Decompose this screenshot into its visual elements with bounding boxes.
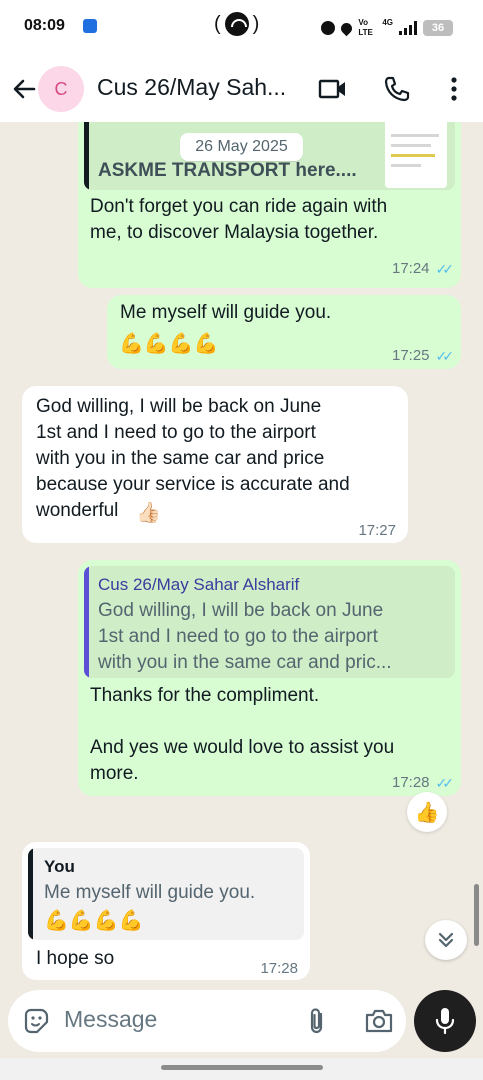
sticker-icon[interactable] bbox=[22, 1007, 50, 1035]
quote-text: God willing, I will be back on June 1st … bbox=[98, 600, 392, 673]
message-time: 17:25 bbox=[391, 347, 430, 364]
chat-header: C Cus 26/May Sah... bbox=[0, 56, 483, 122]
message-meta: 17:28 bbox=[260, 956, 298, 982]
read-ticks-icon: ✓✓ bbox=[435, 261, 455, 277]
status-center-indicator: ( ) bbox=[214, 12, 259, 36]
quote-author: Cus 26/May Sahar Alsharif bbox=[98, 575, 300, 594]
camera-icon[interactable] bbox=[364, 1008, 394, 1034]
message-emoji: 💪💪💪💪 bbox=[119, 333, 219, 355]
quote-bar bbox=[84, 122, 89, 190]
quoted-message[interactable]: Cus 26/May Sahar Alsharif God willing, I… bbox=[84, 566, 455, 678]
message-text: Me myself will guide you. bbox=[120, 302, 332, 323]
scroll-to-bottom-button[interactable] bbox=[425, 920, 467, 960]
back-button[interactable] bbox=[8, 72, 42, 106]
message-text: Don't forget you can ride again with me,… bbox=[90, 196, 388, 243]
quote-title: ASKME TRANSPORT here.... bbox=[98, 160, 357, 181]
status-bar: 08:09 ( ) Vo LTE 4G 36 bbox=[0, 0, 483, 56]
system-nav-bar bbox=[0, 1058, 483, 1080]
more-options-button[interactable] bbox=[437, 72, 471, 106]
status-paren-right: ) bbox=[252, 12, 260, 35]
contact-avatar[interactable]: C bbox=[38, 66, 84, 112]
voice-record-button[interactable] bbox=[414, 990, 476, 1052]
message-composer[interactable]: Message bbox=[8, 990, 406, 1052]
message-text: God willing, I will be back on June 1st … bbox=[36, 396, 350, 521]
back-arrow-icon bbox=[13, 79, 36, 99]
more-vert-icon bbox=[451, 77, 457, 101]
status-time: 08:09 bbox=[24, 17, 65, 34]
message-bubble-incoming[interactable]: God willing, I will be back on June 1st … bbox=[22, 386, 408, 543]
network-type-label: 4G bbox=[382, 18, 393, 27]
message-bubble-incoming[interactable]: You Me myself will guide you. 💪💪💪💪 I hop… bbox=[22, 842, 310, 980]
message-meta: 17:25 ✓✓ bbox=[391, 343, 455, 369]
quote-thumbnail bbox=[385, 122, 447, 188]
voice-call-button[interactable] bbox=[380, 72, 414, 106]
message-meta: 17:27 bbox=[358, 518, 396, 544]
video-call-icon bbox=[318, 79, 345, 99]
message-time: 17:24 bbox=[391, 260, 430, 277]
message-time: 17:27 bbox=[358, 522, 396, 539]
quote-emoji: 💪💪💪💪 bbox=[44, 910, 144, 932]
chat-title[interactable]: Cus 26/May Sah... bbox=[97, 74, 286, 101]
read-ticks-icon: ✓✓ bbox=[435, 775, 455, 791]
message-time: 17:28 bbox=[260, 960, 298, 977]
attach-icon[interactable] bbox=[305, 1006, 329, 1036]
app-notification-icon bbox=[83, 19, 97, 33]
volte-label: Vo LTE bbox=[358, 18, 373, 37]
message-meta: 17:24 ✓✓ bbox=[391, 256, 455, 282]
scrollbar-thumb[interactable] bbox=[474, 884, 479, 946]
message-emoji: 👍🏻 bbox=[136, 502, 161, 524]
quote-bar bbox=[84, 566, 89, 678]
status-right-group: Vo LTE 4G 36 bbox=[321, 18, 453, 38]
quote-text: Me myself will guide you. bbox=[44, 882, 256, 903]
phone-icon bbox=[384, 76, 410, 102]
message-reaction[interactable]: 👍 bbox=[407, 792, 447, 832]
message-bubble-outgoing[interactable]: Cus 26/May Sahar Alsharif God willing, I… bbox=[78, 560, 461, 796]
signal-bars-icon bbox=[399, 21, 417, 35]
hotspot-icon bbox=[224, 12, 249, 36]
message-input[interactable]: Message bbox=[64, 1006, 157, 1033]
quote-author: You bbox=[44, 857, 75, 876]
video-call-button[interactable] bbox=[316, 72, 350, 106]
double-chevron-down-icon bbox=[438, 932, 454, 948]
message-bubble-outgoing[interactable]: Me myself will guide you. 💪💪💪💪 17:25 ✓✓ bbox=[107, 295, 461, 369]
read-ticks-icon: ✓✓ bbox=[435, 348, 455, 364]
quote-bar bbox=[28, 848, 33, 940]
battery-indicator: 36 bbox=[423, 20, 453, 36]
mic-icon bbox=[435, 1008, 455, 1035]
date-chip: 26 May 2025 bbox=[180, 133, 303, 161]
alarm-icon bbox=[321, 21, 336, 35]
status-paren-left: ( bbox=[214, 12, 221, 35]
location-icon bbox=[339, 20, 355, 36]
home-gesture-pill[interactable] bbox=[161, 1065, 323, 1070]
message-text: I hope so bbox=[36, 948, 115, 969]
chat-area[interactable]: ASKME TRANSPORT here.... Don't forget yo… bbox=[0, 122, 483, 990]
quoted-message[interactable]: You Me myself will guide you. 💪💪💪💪 bbox=[28, 848, 304, 940]
